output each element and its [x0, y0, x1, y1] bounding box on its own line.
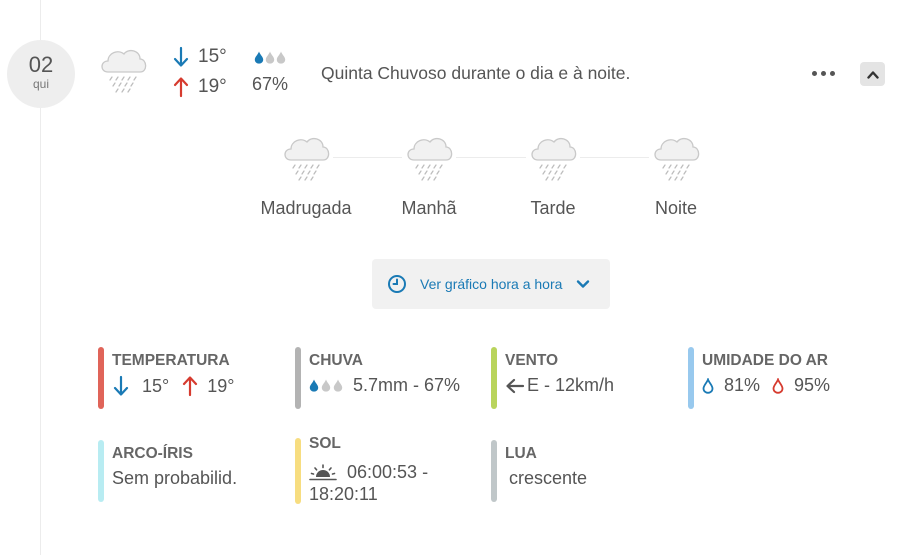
humidity-drop-icon: [772, 377, 784, 394]
rain-cloud-icon: [96, 42, 150, 96]
temperature-value: 15° 19°: [112, 375, 234, 397]
moon-phase: crescente: [509, 468, 588, 488]
rain-cloud-icon: [279, 130, 333, 184]
period-madrugada: Madrugada: [251, 130, 361, 219]
rain-amount: 5.7mm - 67%: [353, 375, 461, 395]
rain-drops-icon: [252, 44, 288, 70]
period-tarde: Tarde: [498, 130, 608, 219]
wind-speed: E - 12km/h: [527, 375, 615, 395]
period-label: Manhã: [401, 198, 457, 218]
sun-value: 06:00:53 -: [309, 462, 428, 483]
max-temperature: 19°: [198, 76, 227, 97]
forecast-summary: Quinta Chuvoso durante o dia e à noite.: [321, 63, 631, 83]
day-temperatures: 15° 19°: [172, 42, 227, 102]
rain-probability-value: 67%: [252, 74, 289, 94]
detail-moon: LUA crescente: [491, 440, 681, 502]
temperature-bar: [98, 347, 104, 409]
collapse-button[interactable]: [860, 62, 885, 86]
sunset-time: 18:20:11: [309, 484, 378, 504]
weekday-label: qui: [32, 77, 49, 91]
rain-value: 5.7mm - 67%: [309, 375, 460, 396]
detail-rainbow: ARCO-ÍRIS Sem probabilid.: [98, 440, 288, 502]
period-label: Noite: [654, 198, 698, 218]
more-options-button[interactable]: [806, 62, 840, 84]
hourly-chart-label: Ver gráfico hora a hora: [420, 276, 563, 292]
min-temperature: 15°: [142, 375, 170, 396]
detail-title: ARCO-ÍRIS: [112, 445, 193, 462]
min-temperature: 15°: [198, 46, 227, 67]
humidity-min: 81%: [724, 375, 761, 395]
chevron-down-icon: [577, 280, 590, 288]
period-label: Madrugada: [260, 198, 352, 218]
sun-bar: [295, 438, 301, 504]
arrow-down-icon: [173, 46, 189, 67]
max-temperature: 19°: [207, 375, 235, 396]
rain-probability: 67%: [252, 44, 288, 95]
moon-bar: [491, 440, 497, 502]
rain-bar: [295, 347, 301, 409]
period-noite: Noite: [621, 130, 731, 219]
period-label: Tarde: [530, 198, 576, 218]
day-number: 02: [28, 52, 54, 77]
arrow-up-icon: [183, 376, 198, 397]
detail-temperature: TEMPERATURA 15° 19°: [98, 347, 288, 409]
humidity-bar: [688, 347, 694, 409]
arrow-up-icon: [173, 77, 189, 98]
rainbow-bar: [98, 440, 104, 502]
arrow-down-icon: [113, 375, 129, 396]
clock-icon: [388, 275, 406, 293]
period-manha: Manhã: [374, 130, 484, 219]
detail-title: SOL: [309, 435, 341, 452]
detail-humidity: UMIDADE DO AR 81% 95%: [688, 347, 888, 409]
humidity-max: 95%: [794, 375, 831, 395]
rain-cloud-icon: [402, 130, 456, 184]
sunrise-time: 06:00:53 -: [347, 462, 429, 482]
detail-title: VENTO: [505, 352, 559, 369]
chevron-up-icon: [866, 70, 879, 79]
sunrise-icon: [309, 463, 337, 480]
detail-title: LUA: [505, 445, 537, 462]
detail-wind: VENTO E - 12km/h: [491, 347, 681, 409]
humidity-drop-icon: [702, 377, 714, 394]
detail-rain: CHUVA 5.7mm - 67%: [295, 347, 485, 409]
detail-title: CHUVA: [309, 352, 363, 369]
rain-cloud-icon: [649, 130, 703, 184]
humidity-value: 81% 95%: [702, 375, 830, 396]
detail-title: UMIDADE DO AR: [702, 352, 829, 369]
rain-cloud-icon: [526, 130, 580, 184]
wind-value: E - 12km/h: [505, 375, 614, 396]
rainbow-value: Sem probabilid.: [112, 468, 238, 488]
arrow-left-icon: [506, 378, 525, 393]
wind-bar: [491, 347, 497, 409]
rain-drops-icon: [309, 379, 343, 392]
detail-title: TEMPERATURA: [112, 352, 230, 369]
date-badge: 02 qui: [7, 40, 75, 108]
hourly-chart-button[interactable]: Ver gráfico hora a hora: [372, 259, 610, 309]
detail-sun: SOL 06:00:53 - 18:20:11: [295, 435, 485, 504]
